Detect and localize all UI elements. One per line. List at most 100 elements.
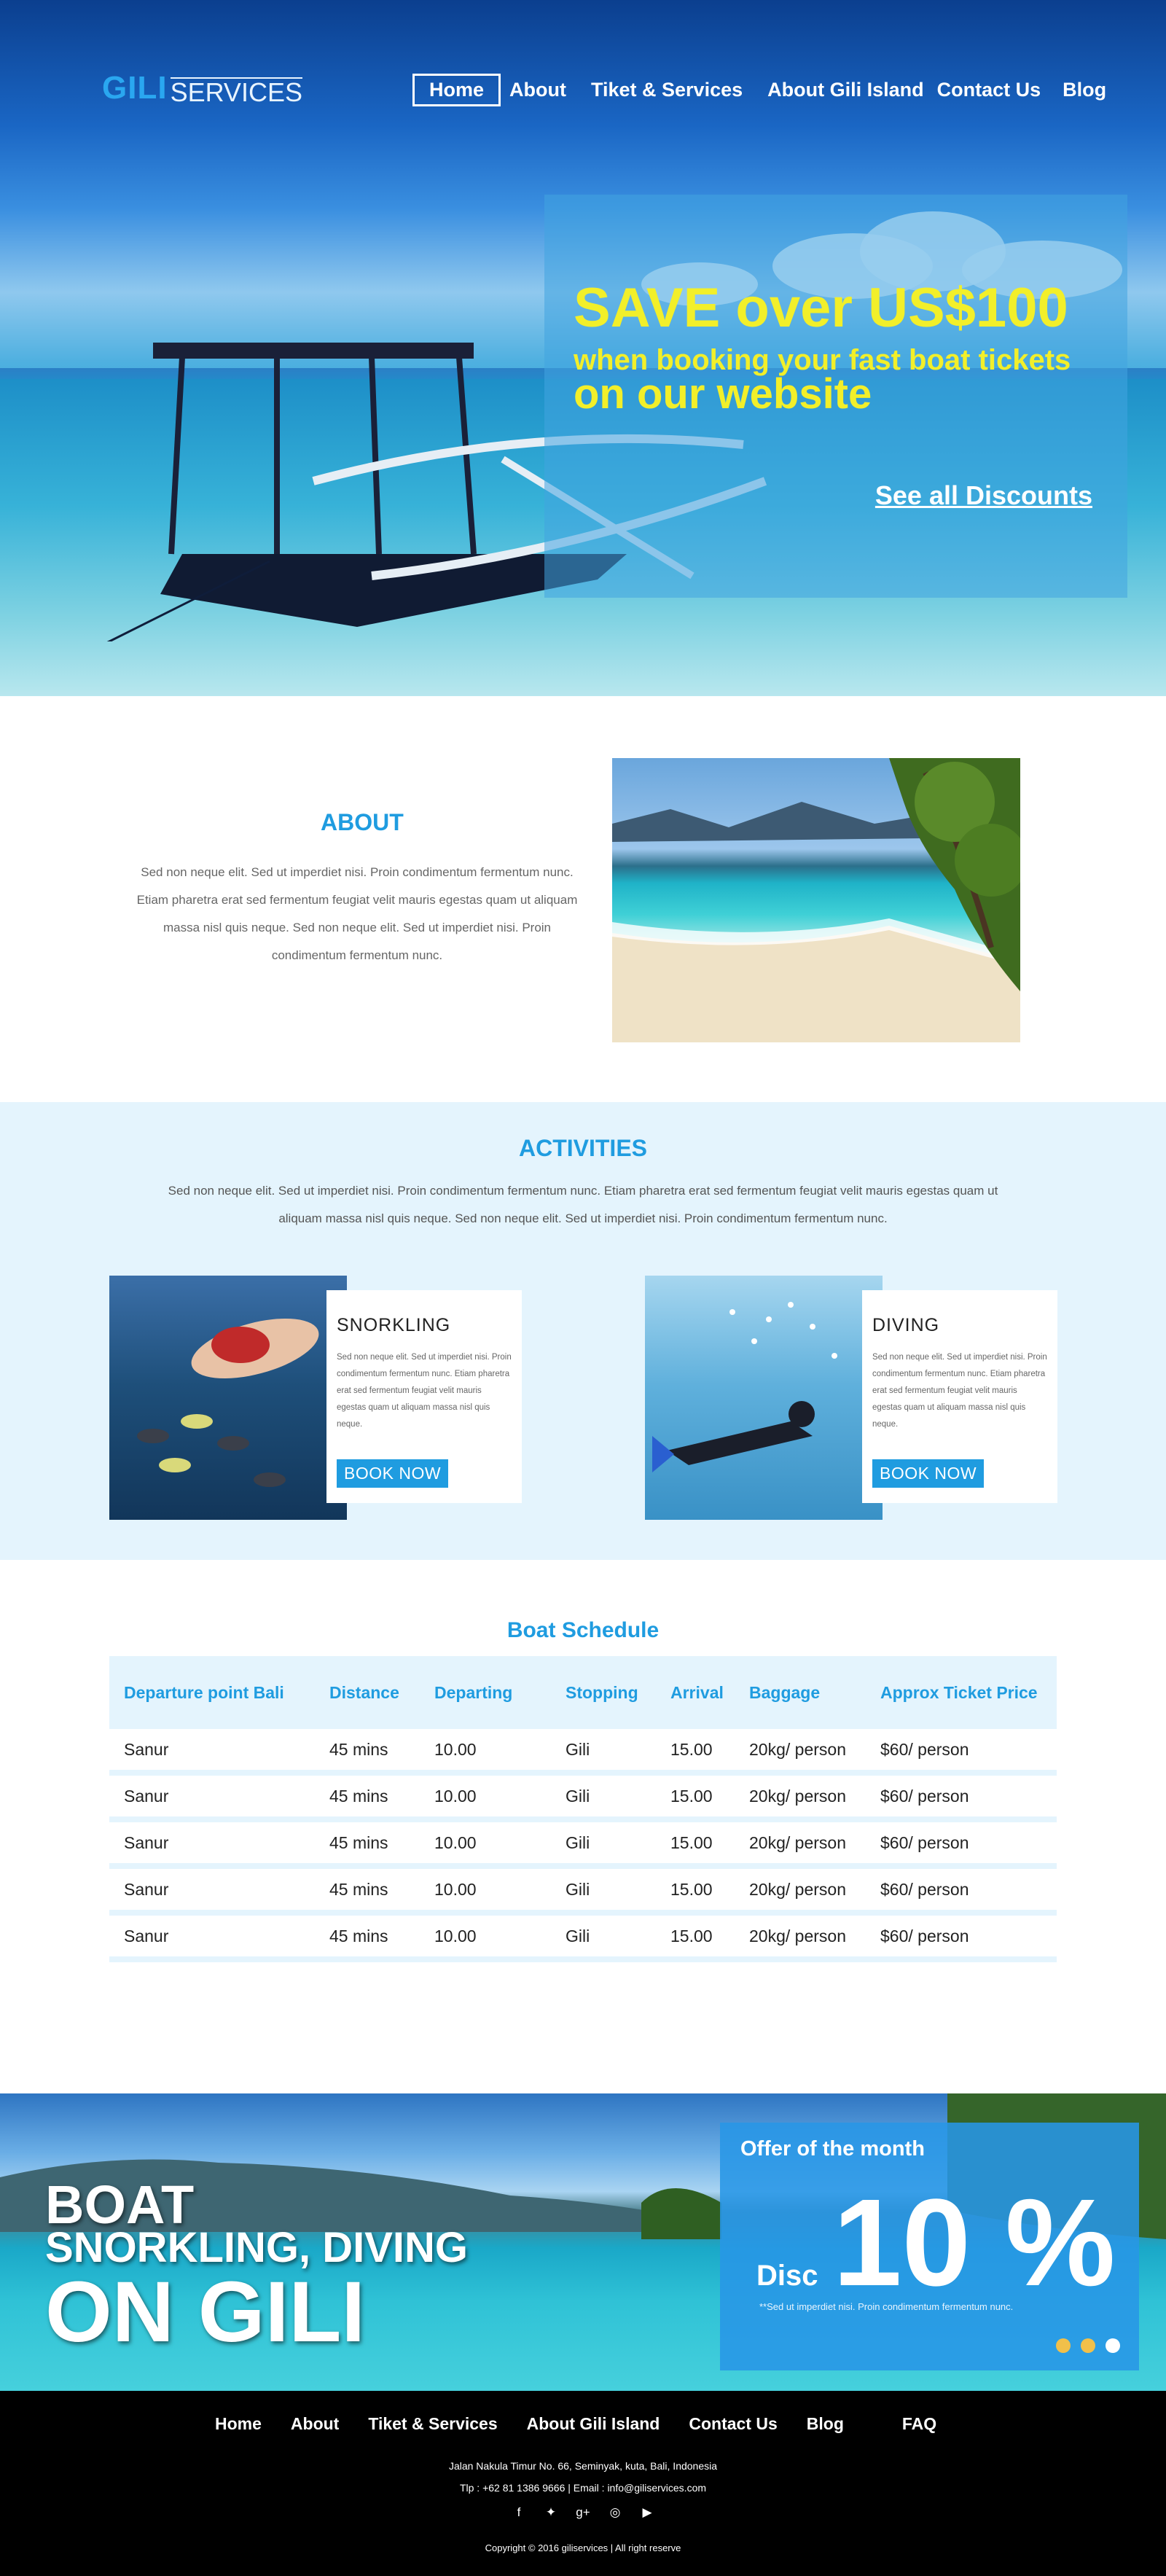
table-row: Sanur 45 mins 10.00 Gili 15.00 20kg/ per… <box>109 1822 1057 1869</box>
cell-price: $60/ person <box>880 1926 969 1945</box>
cell-distance: 45 mins <box>329 1739 388 1759</box>
cell-arrival: 15.00 <box>670 1879 713 1899</box>
snorkling-book-now-button[interactable]: BOOK NOW <box>337 1459 449 1488</box>
nav-tiket-services[interactable]: Tiket & Services <box>591 79 743 101</box>
cell-departing: 10.00 <box>434 1879 477 1899</box>
diving-book-now-button[interactable]: BOOK NOW <box>872 1459 985 1488</box>
table-row: Sanur 45 mins 10.00 Gili 15.00 20kg/ per… <box>109 1916 1057 1962</box>
cell-departing: 10.00 <box>434 1739 477 1759</box>
cell-baggage: 20kg/ person <box>749 1926 846 1945</box>
about-title: ABOUT <box>321 809 404 835</box>
offer-banner: BOAT SNORKLING, DIVING ON GILI Offer of … <box>0 2093 1166 2391</box>
cell-stopping: Gili <box>566 1739 590 1759</box>
beach-photo <box>612 758 1020 1042</box>
cell-baggage: 20kg/ person <box>749 1786 846 1806</box>
cell-baggage: 20kg/ person <box>749 1879 846 1899</box>
col-baggage: Baggage <box>749 1682 821 1702</box>
site-footer: Home About Tiket & Services About Gili I… <box>0 2391 1166 2576</box>
footer-nav-tiket-services[interactable]: Tiket & Services <box>368 2414 497 2434</box>
col-arrival: Arrival <box>670 1682 724 1702</box>
cell-stopping: Gili <box>566 1833 590 1852</box>
nav-about-gili-island[interactable]: About Gili Island <box>767 79 924 101</box>
diver-illustration <box>652 1302 837 1472</box>
diving-text: Sed non neque elit. Sed ut imperdiet nis… <box>872 1353 1047 1429</box>
cell-distance: 45 mins <box>329 1833 388 1852</box>
snorkling-text: Sed non neque elit. Sed ut imperdiet nis… <box>337 1353 512 1429</box>
cell-departure: Sanur <box>124 1739 169 1759</box>
banner-line-3: ON GILI <box>45 2264 366 2360</box>
footer-nav-about[interactable]: About <box>291 2414 339 2434</box>
cell-arrival: 15.00 <box>670 1926 713 1945</box>
about-text: Sed non neque elit. Sed ut imperdiet nis… <box>136 865 578 962</box>
about-section: ABOUT Sed non neque elit. Sed ut imperdi… <box>0 758 1166 1042</box>
cell-departure: Sanur <box>124 1786 169 1806</box>
youtube-icon[interactable]: ▶ <box>631 2505 663 2520</box>
nav-blog[interactable]: Blog <box>1063 79 1106 101</box>
logo-bold: GILI <box>102 70 168 106</box>
offer-title: Offer of the month <box>740 2137 925 2161</box>
snorkling-info-box: SNORKLING Sed non neque elit. Sed ut imp… <box>326 1290 522 1503</box>
table-row: Sanur 45 mins 10.00 Gili 15.00 20kg/ per… <box>109 1776 1057 1822</box>
cell-departing: 10.00 <box>434 1926 477 1945</box>
promo-panel: SAVE over US$100 when booking your fast … <box>544 195 1127 598</box>
cell-distance: 45 mins <box>329 1879 388 1899</box>
diving-title: DIVING <box>872 1315 940 1335</box>
cell-baggage: 20kg/ person <box>749 1739 846 1759</box>
col-departure: Departure point Bali <box>124 1682 284 1702</box>
offer-disc-label: Disc <box>756 2260 818 2292</box>
carousel-dot[interactable] <box>1081 2338 1095 2353</box>
table-row: Sanur 45 mins 10.00 Gili 15.00 20kg/ per… <box>109 1729 1057 1776</box>
offer-note: **Sed ut imperdiet nisi. Proin condiment… <box>759 2301 1014 2312</box>
footer-nav-about-gili-island[interactable]: About Gili Island <box>527 2414 660 2434</box>
footer-nav-home[interactable]: Home <box>215 2414 262 2434</box>
cell-price: $60/ person <box>880 1786 969 1806</box>
main-nav: Home About Tiket & Services About Gili I… <box>412 74 1131 106</box>
cell-baggage: 20kg/ person <box>749 1833 846 1852</box>
cell-distance: 45 mins <box>329 1926 388 1945</box>
cell-stopping: Gili <box>566 1879 590 1899</box>
footer-nav-contact-us[interactable]: Contact Us <box>689 2414 777 2434</box>
logo-light: SERVICES <box>170 77 302 107</box>
snorkel-illustration <box>137 1318 319 1487</box>
cell-price: $60/ person <box>880 1879 969 1899</box>
facebook-icon[interactable]: f <box>503 2505 535 2520</box>
nav-contact-us[interactable]: Contact Us <box>937 79 1041 101</box>
site-logo[interactable]: GILI SERVICES <box>102 70 302 106</box>
see-all-discounts-link[interactable]: See all Discounts <box>875 480 1092 511</box>
footer-nav-blog[interactable]: Blog <box>807 2414 844 2434</box>
hero-section: GILI SERVICES Home About Tiket & Service… <box>0 0 1166 696</box>
footer-nav-faq[interactable]: FAQ <box>902 2414 936 2434</box>
cell-departure: Sanur <box>124 1879 169 1899</box>
cell-arrival: 15.00 <box>670 1739 713 1759</box>
carousel-dot[interactable] <box>1056 2338 1071 2353</box>
footer-copyright: Copyright © 2016 giliservices | All righ… <box>485 2542 681 2553</box>
col-distance: Distance <box>329 1682 399 1702</box>
cell-price: $60/ person <box>880 1739 969 1759</box>
diving-info-box: DIVING Sed non neque elit. Sed ut imperd… <box>862 1290 1057 1503</box>
google-plus-icon[interactable]: g+ <box>567 2505 599 2520</box>
nav-home[interactable]: Home <box>412 74 501 106</box>
col-departing: Departing <box>434 1682 513 1702</box>
table-header: Departure point Bali Distance Departing … <box>109 1656 1057 1729</box>
footer-contact: Tlp : +62 81 1386 9666 | Email : info@gi… <box>459 2482 707 2494</box>
beach-illustration <box>612 758 1020 1042</box>
cell-departing: 10.00 <box>434 1786 477 1806</box>
schedule-title: Boat Schedule <box>506 1618 660 1642</box>
cell-distance: 45 mins <box>329 1786 388 1806</box>
promo-subline-2: on our website <box>574 370 872 418</box>
col-stopping: Stopping <box>566 1682 638 1702</box>
twitter-icon[interactable]: ✦ <box>535 2505 567 2520</box>
cell-departure: Sanur <box>124 1926 169 1945</box>
carousel-dot-active[interactable] <box>1106 2338 1120 2353</box>
nav-about[interactable]: About <box>509 79 566 101</box>
cell-stopping: Gili <box>566 1786 590 1806</box>
footer-address: Jalan Nakula Timur No. 66, Seminyak, kut… <box>448 2460 718 2472</box>
schedule-table: Departure point Bali Distance Departing … <box>109 1656 1057 1962</box>
instagram-icon[interactable]: ◎ <box>599 2505 631 2520</box>
cell-departure: Sanur <box>124 1833 169 1852</box>
col-price: Approx Ticket Price <box>880 1682 1038 1702</box>
footer-nav: Home About Tiket & Services About Gili I… <box>215 2414 966 2434</box>
activities-title: ACTIVITIES <box>518 1135 647 1161</box>
cell-arrival: 15.00 <box>670 1833 713 1852</box>
snorkling-photo <box>109 1276 347 1520</box>
